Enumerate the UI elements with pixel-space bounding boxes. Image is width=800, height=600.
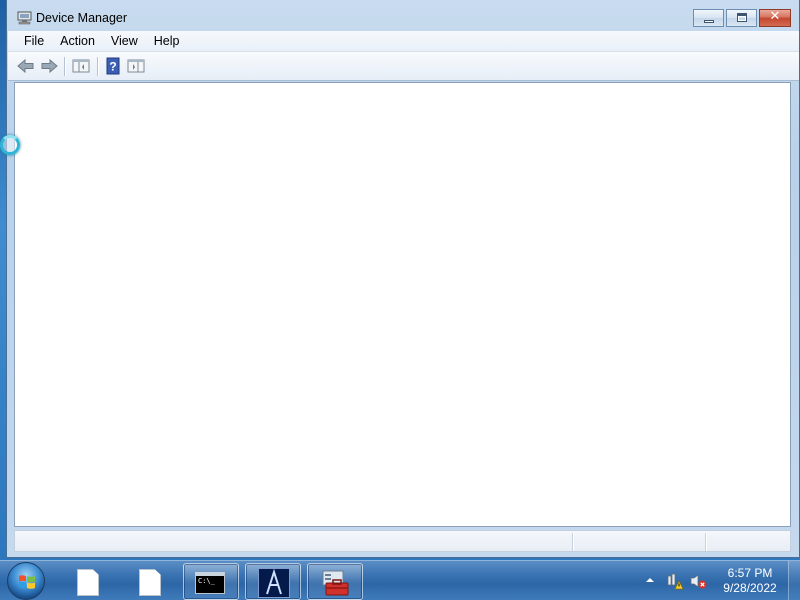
toolbar: ? [8,52,799,81]
device-manager-window: Device Manager ✕ File Action View Help ? [6,0,800,558]
minimize-button[interactable] [693,9,724,27]
clock-date: 9/28/2022 [723,581,777,595]
taskbar-clock[interactable]: 6:57 PM 9/28/2022 [716,566,784,596]
taskbar-document-1[interactable] [60,563,116,600]
title-bar[interactable]: Device Manager ✕ [7,0,799,32]
taskbar-command-prompt[interactable]: C:\_ [183,563,239,600]
show-hide-console-tree-icon[interactable] [71,57,91,75]
status-bar-separator [705,533,706,551]
close-icon: ✕ [769,9,781,24]
taskbar: C:\_ 6:57 PM 9/28/2022 [0,560,800,600]
minimize-icon [704,20,714,23]
maximize-button[interactable] [726,9,757,27]
blank-document-icon [139,569,161,596]
toolbox-icon [320,569,352,597]
menu-help[interactable]: Help [146,34,188,48]
show-hide-action-pane-icon[interactable] [126,57,146,75]
back-arrow-icon[interactable] [16,57,36,75]
toolbar-separator [97,57,98,76]
close-button[interactable]: ✕ [759,9,791,27]
clock-time: 6:57 PM [727,566,773,580]
svg-text:?: ? [109,60,116,74]
menu-file[interactable]: File [16,34,52,48]
forward-arrow-icon[interactable] [39,57,59,75]
menu-bar: File Action View Help [8,31,799,52]
status-bar-separator [572,533,573,551]
command-prompt-icon: C:\_ [195,572,225,594]
network-warning-icon[interactable] [666,572,684,590]
taskbar-device-manager[interactable] [307,563,363,600]
blank-document-icon [77,569,99,596]
device-tree-pane[interactable] [14,82,791,527]
menu-view[interactable]: View [103,34,146,48]
window-title: Device Manager [36,11,128,25]
taskbar-a-app[interactable] [245,563,301,600]
a-app-icon [258,568,290,598]
caption-buttons: ✕ [693,9,791,27]
help-icon[interactable]: ? [103,57,123,75]
maximize-icon [737,13,747,22]
windows-logo-icon [19,575,35,589]
volume-muted-icon[interactable] [689,572,707,590]
toolbar-separator [64,57,65,76]
show-hidden-icons-arrow[interactable] [645,574,655,584]
device-manager-icon [17,10,32,25]
show-desktop-button[interactable] [788,561,800,600]
start-button[interactable] [7,562,45,600]
busy-cursor-icon [0,135,20,155]
status-bar [14,530,791,552]
taskbar-document-2[interactable] [122,563,178,600]
menu-action[interactable]: Action [52,34,103,48]
